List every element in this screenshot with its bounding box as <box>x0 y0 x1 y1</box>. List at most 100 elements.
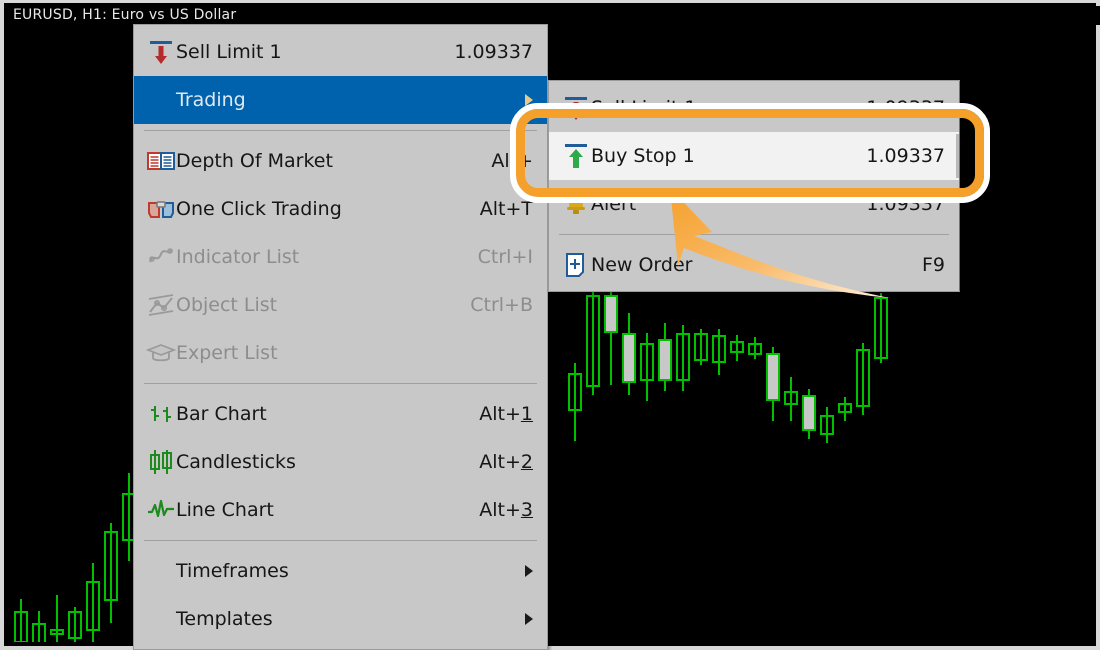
candle-body <box>568 373 582 411</box>
no-icon <box>146 556 176 586</box>
candle-body <box>50 629 64 635</box>
menu-item-shortcut: Alt+2 <box>479 451 533 473</box>
candlestick <box>748 337 762 359</box>
candle-body <box>802 395 816 431</box>
menu-item-line-chart[interactable]: Line Chart Alt+3 <box>134 486 547 534</box>
candlestick <box>820 407 834 443</box>
menu-item-label: Line Chart <box>176 499 274 521</box>
menu-separator <box>144 383 537 384</box>
candle-body <box>32 623 46 642</box>
candlestick <box>32 611 46 642</box>
indicator-list-icon <box>146 242 176 272</box>
candle-body <box>604 295 618 333</box>
candle-body <box>676 333 690 381</box>
mt5-chart-window: EURUSD, H1: Euro vs US Dollar Sell Limit… <box>0 0 1100 650</box>
candlestick <box>730 335 744 361</box>
bar-chart-icon <box>146 399 176 429</box>
menu-item-shortcut: Alt+T <box>479 198 533 220</box>
menu-item-templates[interactable]: Templates <box>134 595 547 643</box>
menu-item-object-list: Object List Ctrl+B <box>134 281 547 329</box>
menu-item-candlesticks[interactable]: Candlesticks Alt+2 <box>134 438 547 486</box>
candle-body <box>86 581 100 631</box>
candlestick <box>712 329 726 375</box>
chevron-right-icon <box>525 613 533 625</box>
menu-item-label: Alert <box>591 193 637 215</box>
menu-separator <box>144 540 537 541</box>
candlestick <box>784 377 798 421</box>
menu-item-label: One Click Trading <box>176 198 342 220</box>
menu-item-label: Depth Of Market <box>176 150 333 172</box>
candlestick <box>104 523 118 623</box>
candle-body <box>838 403 852 413</box>
candlestick <box>14 599 28 642</box>
menu-item-label: Sell Limit 1 <box>591 97 697 119</box>
candlestick <box>874 293 888 363</box>
candle-body <box>730 341 744 353</box>
submenu-item-sub-new-order[interactable]: New Order F9 <box>549 241 959 289</box>
candlestick <box>86 563 100 642</box>
menu-item-expert-list: Expert List <box>134 329 547 377</box>
candlestick <box>766 347 780 421</box>
candle-body <box>694 333 708 361</box>
no-icon <box>146 85 176 115</box>
menu-item-sell-limit-1[interactable]: Sell Limit 1 1.09337 <box>134 28 547 76</box>
candlestick <box>694 329 708 365</box>
candle-body <box>658 339 672 381</box>
menu-item-label: New Order <box>591 254 693 276</box>
menu-item-trading[interactable]: Trading <box>134 76 547 124</box>
sell-limit-icon <box>561 93 591 123</box>
menu-item-indicator-list: Indicator List Ctrl+I <box>134 233 547 281</box>
menu-item-shortcut: Alt+3 <box>479 499 533 521</box>
menu-item-timeframes[interactable]: Timeframes <box>134 547 547 595</box>
chart-context-menu[interactable]: Sell Limit 1 1.09337 Trading Depth Of Mark… <box>133 24 548 650</box>
candle-body <box>874 297 888 359</box>
object-list-icon <box>146 290 176 320</box>
buy-stop-icon <box>561 141 591 171</box>
menu-item-shortcut: 1.09337 <box>866 193 945 215</box>
candle-body <box>622 333 636 383</box>
candle-body <box>748 343 762 355</box>
menu-item-label: Templates <box>176 608 273 630</box>
candle-body <box>640 343 654 381</box>
line-chart-icon <box>146 495 176 525</box>
candlestick <box>68 607 82 642</box>
candlestick <box>50 595 64 642</box>
submenu-item-sub-sell-limit-1[interactable]: Sell Limit 1 1.09337 <box>549 84 959 132</box>
menu-item-label: Trading <box>176 89 246 111</box>
submenu-shadow <box>959 81 962 291</box>
menu-item-bar-chart[interactable]: Bar Chart Alt+1 <box>134 390 547 438</box>
menu-item-one-click-trading[interactable]: One Click Trading Alt+T <box>134 185 547 233</box>
alert-icon <box>561 189 591 219</box>
menu-item-label: Indicator List <box>176 246 300 268</box>
menu-item-label: Sell Limit 1 <box>176 41 282 63</box>
menu-item-label: Timeframes <box>176 560 289 582</box>
candlestick <box>838 397 852 421</box>
candlestick <box>568 363 582 441</box>
candlestick <box>604 291 618 385</box>
menu-separator <box>559 234 949 235</box>
candlestick <box>658 323 672 391</box>
menu-item-shortcut: 1.09337 <box>866 145 945 167</box>
menu-item-depth-of-market[interactable]: Depth Of Market Alt+ <box>134 137 547 185</box>
candle-body <box>14 611 28 642</box>
trading-submenu[interactable]: Sell Limit 1 1.09337 Buy Stop 1 1.09337 Al… <box>548 80 962 292</box>
menu-item-label: Buy Stop 1 <box>591 145 695 167</box>
submenu-item-sub-alert[interactable]: Alert 1.09337 <box>549 180 959 228</box>
expert-list-icon <box>145 338 177 368</box>
candle-body <box>68 611 82 639</box>
candle-body <box>856 349 870 407</box>
menu-item-label: Bar Chart <box>176 403 267 425</box>
candlestick <box>622 313 636 395</box>
submenu-item-sub-buy-stop-1[interactable]: Buy Stop 1 1.09337 <box>549 132 959 180</box>
chevron-right-icon <box>525 565 533 577</box>
candle-body <box>586 295 600 387</box>
candlestick <box>586 291 600 395</box>
candlesticks-icon <box>146 447 176 477</box>
new-order-icon <box>561 250 591 280</box>
menu-item-shortcut: Ctrl+B <box>470 294 533 316</box>
candlestick <box>676 325 690 391</box>
menu-item-shortcut: Ctrl+I <box>477 246 533 268</box>
menu-item-shortcut: 1.09337 <box>454 41 533 63</box>
menu-separator <box>144 130 537 131</box>
menu-item-shortcut: Alt+1 <box>479 403 533 425</box>
